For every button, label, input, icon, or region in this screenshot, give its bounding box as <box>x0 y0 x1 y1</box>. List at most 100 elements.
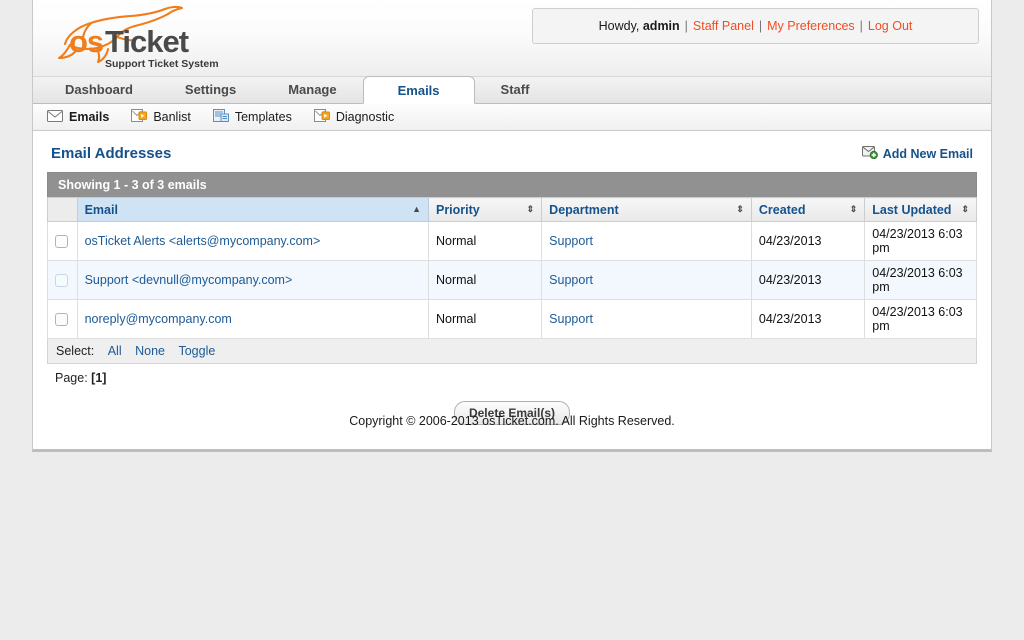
subnav-label-templates: Templates <box>235 110 292 124</box>
svg-text:os: os <box>69 24 103 59</box>
sort-both-icon-priority: ⇕ <box>527 205 535 214</box>
cell-last-updated: 04/23/2013 6:03 pm <box>865 222 977 261</box>
column-label-email: Email <box>85 203 118 217</box>
cell-department: Support <box>542 222 752 261</box>
select-label: Select: <box>56 344 94 358</box>
site-header: os Ticket Support Ticket System Howdy, a… <box>33 0 991 77</box>
select-actions-bar: Select: All None Toggle <box>47 339 977 364</box>
department-link[interactable]: Support <box>549 312 593 326</box>
main-tabbar: Dashboard Settings Manage Emails Staff <box>33 77 991 104</box>
my-preferences-link[interactable]: My Preferences <box>767 19 855 33</box>
column-header-created[interactable]: Created ⇕ <box>751 198 864 222</box>
cell-priority: Normal <box>428 300 541 339</box>
osticket-admin-page: os Ticket Support Ticket System Howdy, a… <box>0 0 1024 640</box>
column-header-priority[interactable]: Priority ⇕ <box>428 198 541 222</box>
column-label-last-updated: Last Updated <box>872 203 951 217</box>
table-body: osTicket Alerts <alerts@mycompany.com> N… <box>48 222 977 339</box>
osticket-logo[interactable]: os Ticket Support Ticket System <box>43 2 263 74</box>
separator-2: | <box>759 19 762 33</box>
add-new-email-label: Add New Email <box>883 147 973 161</box>
page-title: Email Addresses <box>51 145 171 162</box>
department-link[interactable]: Support <box>549 273 593 287</box>
pagination-label: Page: <box>55 371 88 385</box>
email-link[interactable]: noreply@mycompany.com <box>85 312 232 326</box>
diagnostic-icon <box>314 109 330 125</box>
cell-email: osTicket Alerts <alerts@mycompany.com> <box>77 222 428 261</box>
add-email-icon <box>862 145 878 162</box>
subnav-label-diagnostic: Diagnostic <box>336 110 394 124</box>
svg-text:Ticket: Ticket <box>105 24 189 59</box>
cell-priority: Normal <box>428 222 541 261</box>
row-checkbox[interactable] <box>55 313 68 326</box>
tab-staff[interactable]: Staff <box>475 77 556 103</box>
subnav-item-emails[interactable]: Emails <box>47 110 109 125</box>
cell-last-updated: 04/23/2013 6:03 pm <box>865 261 977 300</box>
column-header-last-updated[interactable]: Last Updated ⇕ <box>865 198 977 222</box>
cell-created: 04/23/2013 <box>751 261 864 300</box>
staff-panel-link[interactable]: Staff Panel <box>693 19 754 33</box>
column-header-email[interactable]: Email ▲ <box>77 198 428 222</box>
table-row: noreply@mycompany.com Normal Support 04/… <box>48 300 977 339</box>
tab-dashboard[interactable]: Dashboard <box>39 77 159 103</box>
svg-text:Support Ticket System: Support Ticket System <box>105 58 219 70</box>
column-header-department[interactable]: Department ⇕ <box>542 198 752 222</box>
content-area: Email Addresses Add New Email Showing 1 … <box>33 131 991 449</box>
row-checkbox-cell <box>48 261 78 300</box>
templates-icon <box>213 109 229 125</box>
page-container: os Ticket Support Ticket System Howdy, a… <box>32 0 992 452</box>
add-new-email-button[interactable]: Add New Email <box>862 145 973 162</box>
email-link[interactable]: Support <devnull@mycompany.com> <box>85 273 293 287</box>
email-link[interactable]: osTicket Alerts <alerts@mycompany.com> <box>85 234 321 248</box>
banlist-icon <box>131 109 147 125</box>
sort-both-icon-last-updated: ⇕ <box>961 205 969 214</box>
log-out-link[interactable]: Log Out <box>868 19 912 33</box>
cell-created: 04/23/2013 <box>751 300 864 339</box>
table-row: osTicket Alerts <alerts@mycompany.com> N… <box>48 222 977 261</box>
pagination: Page: [1] <box>47 364 977 385</box>
column-label-department: Department <box>549 203 618 217</box>
cell-department: Support <box>542 300 752 339</box>
cell-email: noreply@mycompany.com <box>77 300 428 339</box>
separator-3: | <box>860 19 863 33</box>
kangaroo-logo-icon: os Ticket Support Ticket System <box>43 2 263 74</box>
subnav-label-emails: Emails <box>69 110 109 124</box>
copyright-footer: Copyright © 2006-2013 osTicket.com. All … <box>0 414 1024 428</box>
greeting-prefix: Howdy, <box>599 19 640 33</box>
sort-both-icon-department: ⇕ <box>736 205 744 214</box>
tab-emails[interactable]: Emails <box>363 76 475 104</box>
cell-created: 04/23/2013 <box>751 222 864 261</box>
user-info-bar: Howdy, admin | Staff Panel | My Preferen… <box>532 8 979 44</box>
column-label-created: Created <box>759 203 806 217</box>
select-all-link[interactable]: All <box>108 344 122 358</box>
tab-manage[interactable]: Manage <box>262 77 362 103</box>
select-none-link[interactable]: None <box>135 344 165 358</box>
cell-last-updated: 04/23/2013 6:03 pm <box>865 300 977 339</box>
column-label-priority: Priority <box>436 203 480 217</box>
sort-asc-icon: ▲ <box>412 205 421 214</box>
username: admin <box>643 19 680 33</box>
tab-settings[interactable]: Settings <box>159 77 262 103</box>
subnav-item-templates[interactable]: Templates <box>213 109 292 125</box>
department-link[interactable]: Support <box>549 234 593 248</box>
envelope-icon <box>47 110 63 125</box>
sort-both-icon-created: ⇕ <box>850 205 858 214</box>
page-title-row: Email Addresses Add New Email <box>47 143 977 172</box>
showing-count-bar: Showing 1 - 3 of 3 emails <box>47 172 977 197</box>
row-checkbox-cell <box>48 300 78 339</box>
table-head: Email ▲ Priority ⇕ Depar <box>48 198 977 222</box>
table-row: Support <devnull@mycompany.com> Normal S… <box>48 261 977 300</box>
separator-1: | <box>685 19 688 33</box>
row-checkbox[interactable] <box>55 274 68 287</box>
table-header-row: Email ▲ Priority ⇕ Depar <box>48 198 977 222</box>
pagination-current-page[interactable]: [1] <box>91 371 106 385</box>
select-toggle-link[interactable]: Toggle <box>178 344 215 358</box>
row-checkbox[interactable] <box>55 235 68 248</box>
header-checkbox-cell <box>48 198 78 222</box>
row-checkbox-cell <box>48 222 78 261</box>
subnav-label-banlist: Banlist <box>153 110 191 124</box>
sub-navigation: Emails Banlist <box>33 104 991 131</box>
subnav-item-diagnostic[interactable]: Diagnostic <box>314 109 394 125</box>
subnav-item-banlist[interactable]: Banlist <box>131 109 191 125</box>
cell-priority: Normal <box>428 261 541 300</box>
cell-department: Support <box>542 261 752 300</box>
